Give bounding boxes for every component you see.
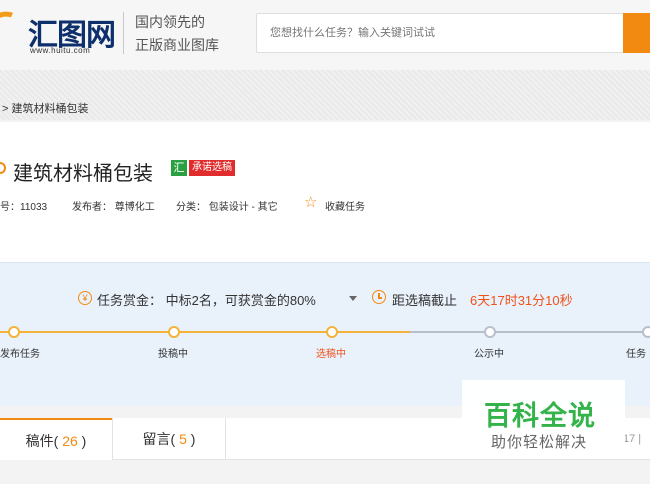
slogan-divider [123,12,124,54]
slogan-line-2: 正版商业图库 [135,37,219,53]
task-id: 号：11033 [0,202,48,213]
slogan-line-1: 国内领先的 [135,14,205,30]
tab-divider [225,418,226,460]
step-label: 投稿中 [158,349,188,360]
task-info-panel [0,122,650,262]
clock-icon [372,290,386,304]
task-category[interactable]: 分类： 包装设计 - 其它 [176,198,278,213]
breadcrumb-bar [0,70,650,120]
task-publisher[interactable]: 发布者： 尊博化工 [72,198,155,213]
step-label: 任务 [626,349,646,360]
step-label: 发布任务 [0,349,40,360]
progress-node-select [326,326,338,338]
site-header: 汇图网 www.huitu.com 国内领先的 正版商业图库 [0,0,650,70]
progress-node-publicize [484,326,496,338]
deadline-label: 距选稿截止 [392,293,458,308]
progress-track-todo [410,331,650,333]
watermark-subtitle: 助你轻松解决 [491,434,588,451]
tab-count: 5 [175,431,191,447]
tab-suffix: ) [81,433,87,449]
promise-badge: 承诺选稿 [189,160,235,176]
progress-track-done [0,331,410,333]
tab-submissions[interactable]: 稿件( 26 ) [0,418,112,460]
search-box [256,13,626,53]
reward-text: 任务赏金： 中标2名，可获赏金的80% [97,293,316,308]
tab-label: 稿件( [25,433,59,449]
step-label: 公示中 [474,349,504,360]
content-area-top [0,460,650,484]
deadline-countdown: 6天17时31分10秒 [470,293,573,308]
tab-label: 留言( [142,431,176,447]
pager-text[interactable]: 17 | [623,433,641,445]
progress-node-submit [168,326,180,338]
favorite-task-link[interactable]: 收藏任务 [325,198,365,213]
logo-swoosh-icon [0,6,27,48]
progress-node-publish [8,326,20,338]
step-label-active: 选稿中 [316,349,346,360]
task-title: 建筑材料桶包装 [13,163,153,185]
search-input[interactable] [257,14,625,52]
star-icon[interactable]: ☆ [304,195,317,210]
logo-url: www.huitu.com [30,46,91,55]
watermark-title: 百科全说 [484,401,596,431]
hui-badge: 汇 [171,160,187,176]
tab-count: 26 [58,433,82,449]
tab-suffix: ) [190,431,196,447]
progress-node-end [642,326,650,338]
yen-icon: ¥ [78,291,92,305]
breadcrumb[interactable]: > 建筑材料桶包装 [2,100,88,116]
chevron-down-icon[interactable] [349,296,357,301]
search-button[interactable] [623,13,650,53]
huitu-logo[interactable]: 汇图网 www.huitu.com [0,6,116,58]
tab-comments[interactable]: 留言( 5 ) [113,418,225,460]
